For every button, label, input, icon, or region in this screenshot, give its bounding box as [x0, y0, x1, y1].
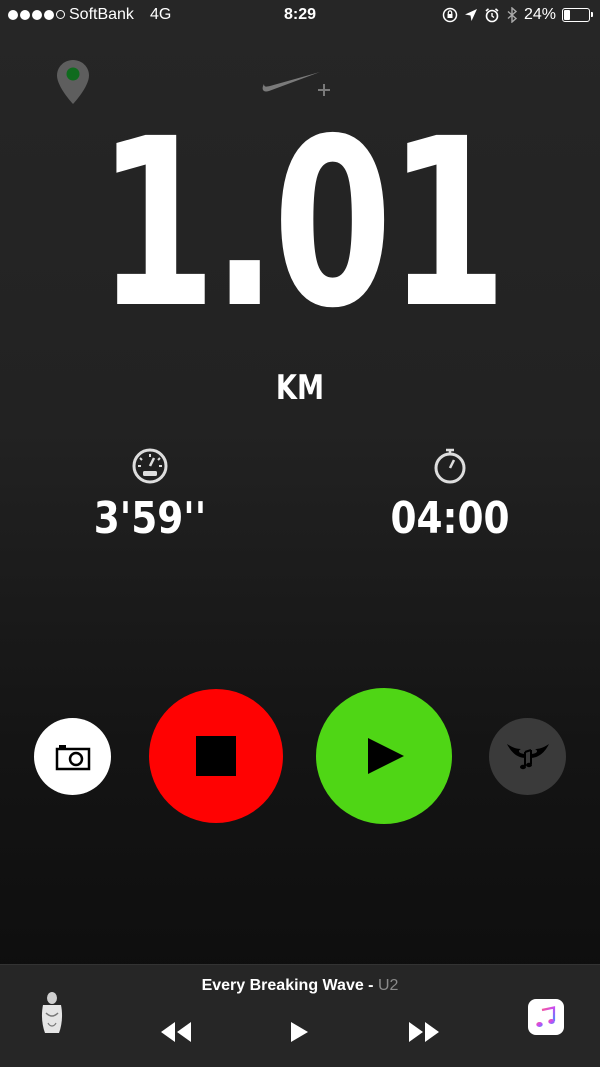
track-artist: U2: [377, 977, 399, 994]
orientation-lock-icon: [442, 7, 458, 23]
nike-run-screen: SoftBank 4G 8:29 24% 1.01 KM 3'59'' 04:0…: [0, 0, 600, 1067]
now-playing-bar: Every Breaking Wave - U2: [0, 964, 600, 1067]
stop-button[interactable]: [149, 689, 283, 823]
track-separator: -: [363, 977, 378, 994]
speedometer-icon: [132, 448, 168, 484]
pace-value: 3'59'': [93, 493, 207, 544]
play-icon: [291, 1022, 308, 1042]
rewind-icon: [161, 1022, 191, 1042]
alarm-clock-icon: [485, 8, 499, 23]
duration-value: 04:00: [390, 493, 510, 544]
distance-unit: KM: [275, 368, 325, 408]
battery-nub: [591, 12, 593, 17]
music-play-button[interactable]: [287, 1019, 311, 1045]
status-bar-right: 24%: [442, 6, 593, 24]
fast-forward-icon: [409, 1022, 439, 1042]
stopwatch-icon: [434, 448, 466, 484]
powersong-button[interactable]: [489, 718, 566, 795]
battery-icon: [562, 8, 593, 22]
track-info: Every Breaking Wave - U2: [0, 977, 600, 995]
battery-level-fill: [564, 10, 570, 20]
winged-music-note-icon: [506, 743, 549, 769]
album-art[interactable]: [36, 989, 68, 1037]
stop-icon: [196, 736, 236, 776]
rewind-button[interactable]: [158, 1019, 194, 1045]
duration-stat: 04:00: [340, 446, 560, 544]
distance-value: 1.01: [97, 89, 507, 359]
fast-forward-button[interactable]: [406, 1019, 442, 1045]
camera-button[interactable]: [34, 718, 111, 795]
music-app-icon: [536, 1006, 556, 1027]
pace-stat: 3'59'': [40, 446, 260, 544]
resume-button[interactable]: [316, 688, 452, 824]
bluetooth-icon: [507, 7, 518, 23]
music-app-button[interactable]: [528, 999, 564, 1035]
play-icon: [368, 738, 404, 774]
battery-percent: 24%: [523, 6, 556, 23]
location-arrow-icon: [464, 9, 477, 21]
location-pin-icon[interactable]: [55, 58, 91, 106]
status-bar: SoftBank 4G 8:29 24%: [0, 0, 600, 34]
track-title: Every Breaking Wave: [201, 977, 364, 994]
camera-icon: [55, 744, 90, 770]
